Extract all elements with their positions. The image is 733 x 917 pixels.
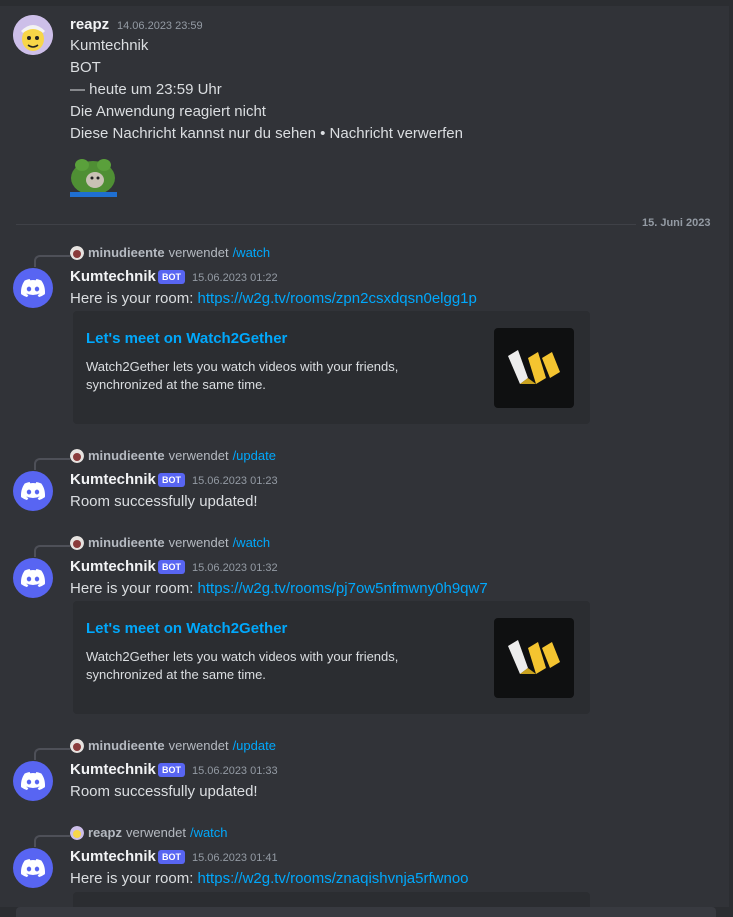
date-divider-line	[16, 224, 716, 225]
bot-username[interactable]: Kumtechnik	[70, 848, 156, 865]
reply-command[interactable]: /watch	[233, 535, 271, 550]
reply-username[interactable]: minudieente	[88, 535, 165, 550]
message-input-area	[0, 907, 733, 917]
embed-title[interactable]: Let's meet on Watch2Gether	[86, 330, 287, 347]
reply-user-avatar	[70, 825, 84, 840]
bot-badge: BOT	[158, 473, 185, 487]
message-text: Here is your room: https://w2g.tv/rooms/…	[70, 288, 477, 310]
reply-command[interactable]: /update	[233, 448, 276, 463]
message-input[interactable]	[16, 907, 716, 917]
discord-logo-icon	[21, 482, 45, 500]
reply-context[interactable]: minudieente verwendet /update	[70, 738, 276, 753]
reply-verb: verwendet	[125, 825, 186, 840]
message-line: Diese Nachricht kannst nur du sehen • Na…	[70, 125, 463, 142]
bot-username[interactable]: Kumtechnik	[70, 268, 156, 285]
room-link[interactable]: https://w2g.tv/rooms/znaqishvnja5rfwnoo	[198, 870, 469, 887]
reply-command[interactable]: /watch	[233, 245, 271, 260]
reply-verb: verwendet	[168, 738, 229, 753]
message-text: Here is your room: https://w2g.tv/rooms/…	[70, 578, 488, 600]
reply-verb: verwendet	[168, 535, 229, 550]
message-prefix: Here is your room:	[70, 580, 198, 597]
embed-description: Watch2Gether lets you watch videos with …	[86, 359, 399, 392]
reply-verb: verwendet	[168, 245, 229, 260]
reply-user-avatar	[70, 245, 84, 260]
reply-context[interactable]: minudieente verwendet /update	[70, 448, 276, 463]
date-divider-label: 15. Juni 2023	[636, 217, 717, 229]
reply-connector	[34, 545, 70, 557]
reply-context[interactable]: reapz verwendet /watch	[70, 825, 228, 840]
discord-logo-icon	[21, 772, 45, 790]
message-timestamp: 15.06.2023 01:41	[192, 852, 278, 864]
reply-username[interactable]: minudieente	[88, 448, 165, 463]
message-timestamp: 15.06.2023 01:23	[192, 475, 278, 487]
message-line: Kumtechnik	[70, 37, 149, 54]
bot-badge: BOT	[158, 560, 185, 574]
user-avatar-reapz[interactable]	[13, 15, 53, 55]
message-text: Here is your room: https://w2g.tv/rooms/…	[70, 868, 469, 890]
message-timestamp: 14.06.2023 23:59	[117, 20, 203, 32]
reply-username[interactable]: minudieente	[88, 738, 165, 753]
reply-connector	[34, 748, 70, 760]
reply-context[interactable]: minudieente verwendet /watch	[70, 535, 270, 550]
frog-sticker-icon[interactable]	[70, 156, 117, 197]
discord-logo-icon	[21, 279, 45, 297]
link-embed: Let's meet on Watch2Gether Watch2Gether …	[73, 601, 590, 714]
reply-context[interactable]: minudieente verwendet /watch	[70, 245, 270, 260]
top-edge	[0, 0, 733, 6]
discord-logo-icon	[21, 859, 45, 877]
bot-username[interactable]: Kumtechnik	[70, 558, 156, 575]
reply-command[interactable]: /watch	[190, 825, 228, 840]
embed-title[interactable]: Let's meet on Watch2Gether	[86, 620, 287, 637]
message-text: Room successfully updated!	[70, 783, 258, 800]
reply-user-avatar	[70, 535, 84, 550]
message-line: Die Anwendung reagiert nicht	[70, 103, 266, 120]
watch2gether-logo-icon[interactable]	[494, 328, 574, 408]
room-link[interactable]: https://w2g.tv/rooms/pj7ow5nfmwny0h9qw7	[198, 580, 488, 597]
avatar-icon	[13, 15, 53, 55]
bot-badge: BOT	[158, 763, 185, 777]
message-line: BOT	[70, 59, 101, 76]
message-prefix: Here is your room:	[70, 870, 198, 887]
reply-username[interactable]: minudieente	[88, 245, 165, 260]
bot-badge: BOT	[158, 270, 185, 284]
message-text: Room successfully updated!	[70, 493, 258, 510]
embed-description: Watch2Gether lets you watch videos with …	[86, 649, 399, 682]
scrollbar-track[interactable]	[729, 6, 733, 911]
message-line: — heute um 23:59 Uhr	[70, 81, 222, 98]
reply-command[interactable]: /update	[233, 738, 276, 753]
link-embed: Let's meet on Watch2Gether Watch2Gether …	[73, 311, 590, 424]
bot-avatar[interactable]	[13, 471, 53, 511]
discord-logo-icon	[21, 569, 45, 587]
bot-avatar[interactable]	[13, 558, 53, 598]
message-timestamp: 15.06.2023 01:33	[192, 765, 278, 777]
bot-username[interactable]: Kumtechnik	[70, 471, 156, 488]
reply-connector	[34, 255, 70, 267]
message-timestamp: 15.06.2023 01:22	[192, 272, 278, 284]
bot-avatar[interactable]	[13, 761, 53, 801]
reply-user-avatar	[70, 448, 84, 463]
bot-badge: BOT	[158, 850, 185, 864]
reply-user-avatar	[70, 738, 84, 753]
reply-username[interactable]: reapz	[88, 825, 122, 840]
message-timestamp: 15.06.2023 01:32	[192, 562, 278, 574]
reply-connector	[34, 835, 70, 847]
reply-verb: verwendet	[168, 448, 229, 463]
room-link[interactable]: https://w2g.tv/rooms/zpn2csxdqsn0elgg1p	[198, 290, 477, 307]
link-embed	[73, 892, 590, 907]
bot-avatar[interactable]	[13, 268, 53, 308]
message-prefix: Here is your room:	[70, 290, 198, 307]
reply-connector	[34, 458, 70, 470]
bot-avatar[interactable]	[13, 848, 53, 888]
bot-username[interactable]: Kumtechnik	[70, 761, 156, 778]
username-reapz[interactable]: reapz	[70, 16, 109, 33]
watch2gether-logo-icon[interactable]	[494, 618, 574, 698]
